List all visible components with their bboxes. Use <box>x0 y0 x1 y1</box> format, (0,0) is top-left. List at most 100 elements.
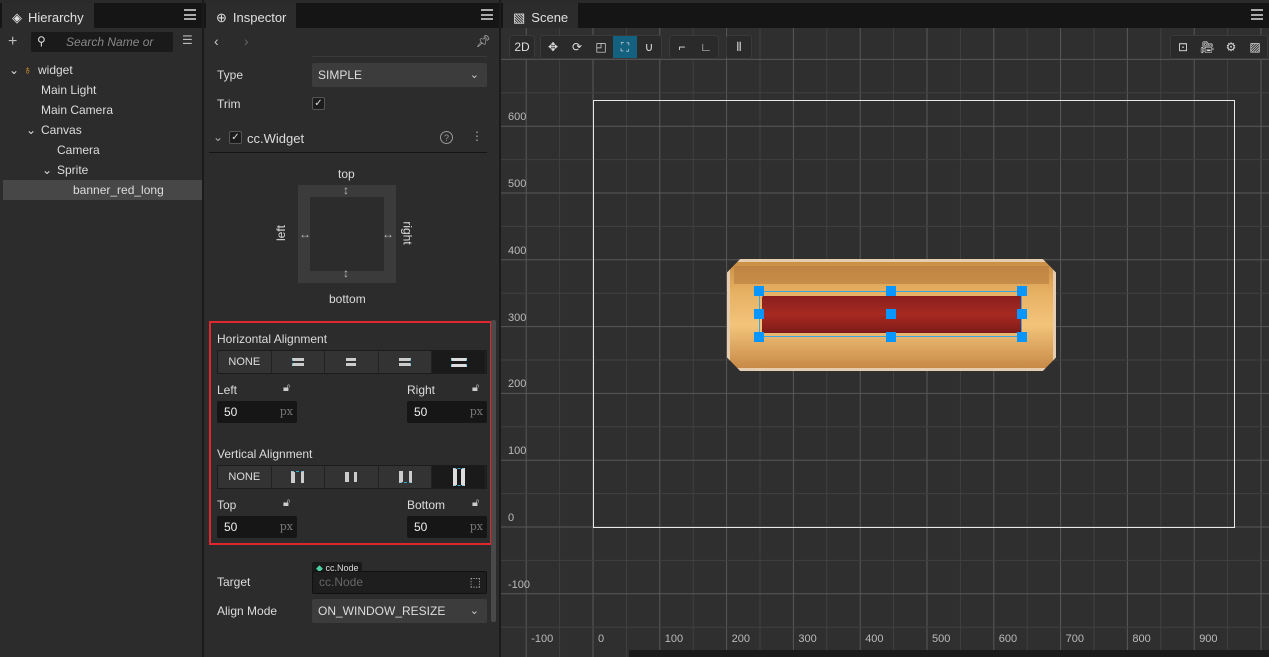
more-options-icon[interactable]: ⋮ <box>471 129 483 143</box>
horizontal-alignment-group: NONE <box>217 350 487 374</box>
align-right-icon <box>399 358 412 366</box>
tree-item-canvas[interactable]: ⌄ Canvas <box>0 120 202 140</box>
resize-handle[interactable] <box>1017 332 1027 342</box>
x-tick-label: 700 <box>1065 633 1084 645</box>
v-align-top-button[interactable] <box>272 466 326 488</box>
tree-item-widget[interactable]: ⌄ ♁ widget <box>0 60 202 80</box>
camera-icon[interactable]: 🎥︎ <box>1195 36 1219 58</box>
unlock-icon[interactable]: 🔓︎ <box>472 382 479 395</box>
align-left-icon <box>291 358 304 366</box>
h-align-none-button[interactable]: NONE <box>218 351 272 373</box>
type-select[interactable]: SIMPLE ⌄ <box>312 63 487 87</box>
bottom-offset-input[interactable]: 50 px <box>407 516 487 538</box>
rotate-tool-icon[interactable]: ⟳ <box>565 36 589 58</box>
right-offset-input[interactable]: 50 px <box>407 401 487 423</box>
scene-menu-icon[interactable] <box>1251 9 1263 20</box>
h-align-stretch-button[interactable] <box>432 351 486 373</box>
x-tick-label: 900 <box>1199 633 1218 645</box>
scene-icon: ♁ <box>23 63 32 77</box>
chevron-down-icon[interactable]: ⌄ <box>9 60 19 80</box>
v-align-middle-button[interactable] <box>325 466 379 488</box>
toggle-2d-button[interactable]: 2D <box>510 36 534 58</box>
unlock-icon[interactable]: 🔓︎ <box>283 497 290 510</box>
h-align-left-button[interactable] <box>272 351 326 373</box>
tree-item-main-light[interactable]: Main Light <box>0 80 202 100</box>
resolution-icon[interactable]: ⊡ <box>1171 36 1195 58</box>
resize-handle[interactable] <box>886 332 896 342</box>
inspector-scrollbar[interactable] <box>491 320 496 622</box>
tab-scene[interactable]: ▧ Scene <box>503 3 579 28</box>
v-align-bottom-button[interactable] <box>379 466 433 488</box>
rect-tool-icon[interactable]: ⛶ <box>613 36 637 58</box>
toolbar-2d-group: 2D <box>509 35 535 59</box>
pivot-icon[interactable]: ⌐ <box>670 36 694 58</box>
arrow-horizontal-icon: ↔ <box>299 227 311 241</box>
widget-enabled-checkbox[interactable]: ✓ <box>229 131 242 144</box>
tree-item-sprite[interactable]: ⌄ Sprite <box>0 160 202 180</box>
align-top-icon <box>291 471 305 483</box>
back-icon[interactable]: ‹ <box>214 33 219 49</box>
add-node-icon[interactable]: + <box>8 33 17 51</box>
pin-icon[interactable]: 📌︎ <box>476 34 491 48</box>
v-align-stretch-button[interactable] <box>432 466 486 488</box>
scale-tool-icon[interactable]: ◰ <box>589 36 613 58</box>
trim-checkbox[interactable]: ✓ <box>312 97 325 110</box>
inspector-menu-icon[interactable] <box>481 9 493 20</box>
hierarchy-tabbar: ◈ Hierarchy <box>0 0 202 28</box>
x-tick-label: 300 <box>798 633 817 645</box>
x-tick-label: 100 <box>664 633 684 645</box>
list-view-icon[interactable]: ☰ <box>182 33 193 47</box>
resize-handle[interactable] <box>754 309 764 319</box>
y-tick-label: 400 <box>508 244 527 257</box>
align-mode-select[interactable]: ON_WINDOW_RESIZE ⌄ <box>312 599 487 623</box>
y-tick-label: 200 <box>508 378 527 391</box>
y-tick-label: 600 <box>508 111 527 124</box>
unlock-icon[interactable]: 🔓︎ <box>472 497 479 510</box>
forward-icon[interactable]: › <box>244 33 249 49</box>
gizmo-icon[interactable]: ▨ <box>1243 36 1267 58</box>
resize-handle[interactable] <box>754 286 764 296</box>
h-align-right-button[interactable] <box>379 351 433 373</box>
chevron-down-icon: ⌄ <box>469 605 479 617</box>
tab-inspector[interactable]: ⊕ Inspector <box>206 3 297 28</box>
x-tick-label: 400 <box>865 633 884 645</box>
hierarchy-search-input[interactable]: ⚲ Search Name or <box>31 32 173 52</box>
snap-tool-icon[interactable]: ∪ <box>637 36 661 58</box>
left-offset-input[interactable]: 50 px <box>217 401 297 423</box>
v-align-none-button[interactable]: NONE <box>218 466 272 488</box>
settings-icon[interactable]: ⚙ <box>1219 36 1243 58</box>
h-align-center-button[interactable] <box>325 351 379 373</box>
y-tick-label: 300 <box>508 311 527 324</box>
x-tick-label: -100 <box>531 633 554 645</box>
widget-anchor-diagram[interactable]: ↕ ↕ ↔ ↔ <box>298 183 396 283</box>
chevron-down-icon[interactable]: ⌄ <box>26 120 36 140</box>
pick-node-icon[interactable]: ⬚ <box>470 572 481 593</box>
tree-item-banner-red-long[interactable]: banner_red_long <box>3 180 202 200</box>
tree-item-main-camera[interactable]: Main Camera <box>0 100 202 120</box>
move-tool-icon[interactable]: ✥ <box>541 36 565 58</box>
hierarchy-panel: ◈ Hierarchy + ⚲ Search Name or ☰ ⌄ ♁ widget… <box>0 0 202 657</box>
align-center-icon <box>346 358 357 366</box>
view-tools-group: ⊡ 🎥︎ ⚙ ▨ <box>1170 35 1268 59</box>
resize-handle[interactable] <box>886 309 896 319</box>
tab-hierarchy[interactable]: ◈ Hierarchy <box>2 3 94 28</box>
resize-handle[interactable] <box>1017 286 1027 296</box>
unlock-icon[interactable]: 🔓︎ <box>283 382 290 395</box>
y-tick-label: 500 <box>508 178 527 190</box>
chevron-down-icon[interactable]: ⌄ <box>42 160 52 180</box>
resize-handle[interactable] <box>1017 309 1027 319</box>
arrow-vertical-icon: ↕ <box>343 266 349 280</box>
top-offset-input[interactable]: 50 px <box>217 516 297 538</box>
resize-handle[interactable] <box>886 286 896 296</box>
layers-icon: ◈ <box>12 9 22 25</box>
resize-handle[interactable] <box>754 332 764 342</box>
x-tick-label: 200 <box>731 633 750 645</box>
hierarchy-menu-icon[interactable] <box>184 9 196 20</box>
target-field[interactable]: cc.Node ⬚ <box>312 571 487 594</box>
x-tick-label: 600 <box>998 633 1018 645</box>
collapse-chevron-icon[interactable]: ⌄ <box>213 130 223 144</box>
help-icon[interactable]: ? <box>440 131 453 144</box>
align-dropdown-icon[interactable]: ⫴ <box>727 36 751 58</box>
tree-item-camera[interactable]: Camera <box>0 140 202 160</box>
local-global-icon[interactable]: ∟ <box>694 36 718 58</box>
